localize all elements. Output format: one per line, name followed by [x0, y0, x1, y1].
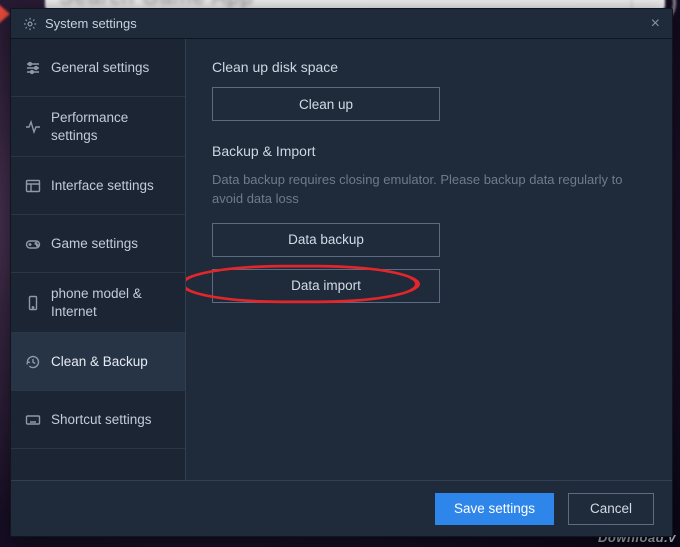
sidebar-item-label: Clean & Backup — [51, 353, 171, 371]
phone-icon — [25, 295, 41, 311]
layout-icon — [25, 178, 41, 194]
keyboard-icon — [25, 412, 41, 428]
sidebar-item-clean-backup[interactable]: Clean & Backup — [11, 333, 185, 391]
sidebar-item-label: Game settings — [51, 235, 171, 253]
cleanup-title: Clean up disk space — [212, 59, 646, 75]
titlebar-left: System settings — [23, 16, 137, 31]
history-icon — [25, 354, 41, 370]
sidebar-item-performance[interactable]: Performance settings — [11, 97, 185, 157]
sidebar-item-label: Performance settings — [51, 109, 171, 144]
modal-footer: Save settings Cancel — [11, 480, 672, 536]
sliders-icon — [25, 60, 41, 76]
sidebar: General settings Performance settings In… — [11, 39, 186, 480]
sidebar-item-phone[interactable]: phone model & Internet — [11, 273, 185, 333]
sidebar-item-label: General settings — [51, 59, 171, 77]
sidebar-item-label: Shortcut settings — [51, 411, 171, 429]
cleanup-button[interactable]: Clean up — [212, 87, 440, 121]
backup-description: Data backup requires closing emulator. P… — [212, 171, 646, 209]
modal-body: General settings Performance settings In… — [11, 39, 672, 480]
backup-title: Backup & Import — [212, 143, 646, 159]
close-icon[interactable]: × — [651, 15, 660, 33]
modal-title: System settings — [45, 16, 137, 31]
sidebar-item-interface[interactable]: Interface settings — [11, 157, 185, 215]
background-triangle-icon — [0, 2, 10, 26]
activity-icon — [25, 119, 41, 135]
titlebar: System settings × — [11, 9, 672, 39]
sidebar-item-label: Interface settings — [51, 177, 171, 195]
data-backup-button[interactable]: Data backup — [212, 223, 440, 257]
sidebar-item-shortcut[interactable]: Shortcut settings — [11, 391, 185, 449]
gamepad-icon — [25, 236, 41, 252]
sidebar-item-game[interactable]: Game settings — [11, 215, 185, 273]
sidebar-item-label: phone model & Internet — [51, 285, 171, 320]
gear-icon — [23, 17, 37, 31]
data-import-button[interactable]: Data import — [212, 269, 440, 303]
settings-modal: System settings × General settings Perfo… — [10, 8, 673, 537]
content-pane: Clean up disk space Clean up Backup & Im… — [186, 39, 672, 480]
save-button[interactable]: Save settings — [435, 493, 554, 525]
cancel-button[interactable]: Cancel — [568, 493, 654, 525]
sidebar-item-general[interactable]: General settings — [11, 39, 185, 97]
